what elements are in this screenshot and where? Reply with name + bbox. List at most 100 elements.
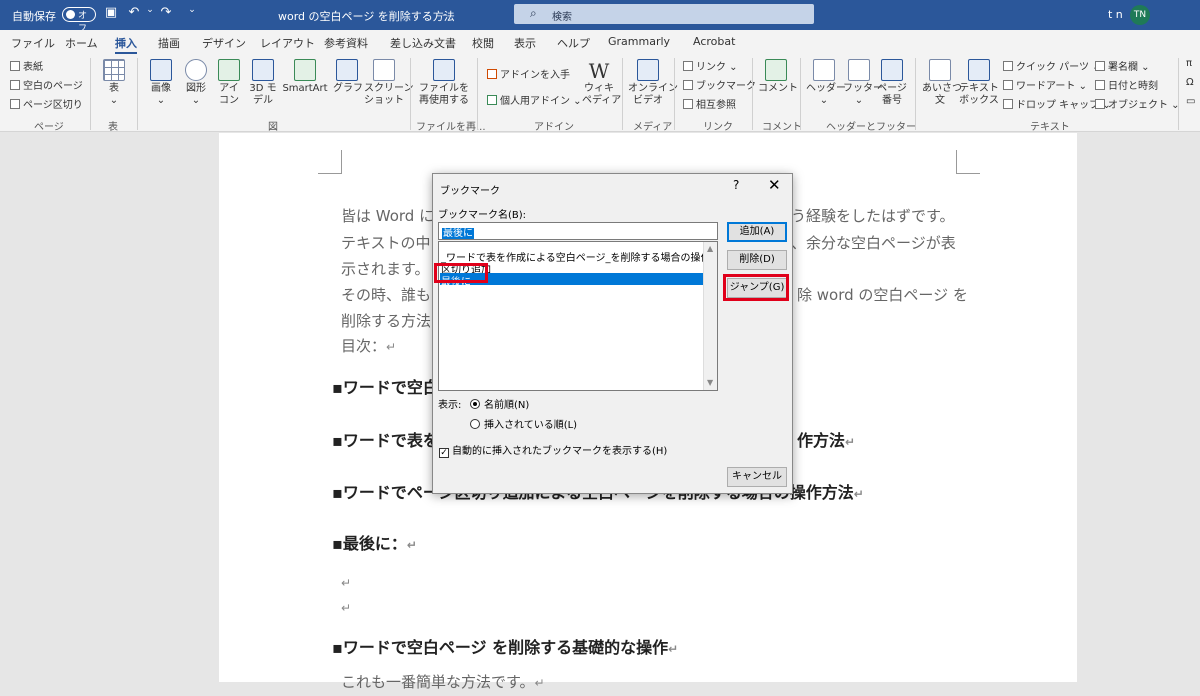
equation-icon[interactable]: π (1186, 58, 1192, 69)
pagenum-label-2: 番号 (882, 95, 902, 106)
heading-2-end: 作方法↵ (797, 427, 855, 451)
quick-parts-button[interactable]: クイック パーツ ⌄ (1003, 58, 1101, 73)
hidden-bookmarks-checkbox[interactable]: ✓ 自動的に挿入されたブックマークを表示する(H) (439, 442, 667, 458)
my-addins-label: 個人用アドイン (500, 96, 570, 107)
scroll-up-icon[interactable]: ▲ (707, 244, 713, 253)
return-mark: ↵ (341, 601, 352, 615)
crop-mark-left (318, 150, 342, 174)
tab-layout[interactable]: レイアウト (260, 35, 315, 51)
para2-start: テキストの中 (341, 234, 431, 252)
cross-reference-label: 相互参照 (696, 100, 736, 111)
tab-home[interactable]: ホーム (65, 35, 98, 51)
wiki-label-1: ウィキ (584, 83, 614, 94)
tab-references[interactable]: 参考資料 (324, 35, 368, 51)
cross-reference-icon (683, 99, 693, 109)
close-icon[interactable]: ✕ (768, 176, 781, 194)
redo-icon[interactable]: ↷ (158, 5, 174, 23)
online-video-button[interactable]: オンライン ビデオ (628, 59, 678, 107)
group-addins-label: アドイン (534, 122, 574, 133)
get-addins-button[interactable]: アドインを入手 (487, 66, 570, 81)
text-box-icon (968, 59, 990, 81)
smartart-button[interactable]: SmartArt (281, 59, 329, 95)
return-mark: ↵ (853, 487, 864, 501)
chart-button[interactable]: グラフ (333, 59, 363, 95)
group-separator (137, 58, 138, 130)
table-button[interactable]: 表 ⌄ (99, 59, 129, 107)
pictures-button[interactable]: 画像 ⌄ (145, 59, 177, 107)
para3: 示されます。 (341, 260, 430, 278)
autosave-toggle[interactable]: オフ (62, 7, 96, 34)
header-button[interactable]: ヘッダー ⌄ (806, 59, 846, 107)
blank-page-button[interactable]: 空白のページ (10, 77, 83, 92)
tab-draw[interactable]: 描画 (158, 35, 180, 51)
sort-label: 表示: (438, 400, 462, 411)
tab-acrobat[interactable]: Acrobat (693, 35, 735, 48)
document-title: word の空白ページ を削除する方法 (278, 10, 455, 23)
group-separator (800, 58, 801, 130)
bookmark-button[interactable]: ブックマーク (683, 77, 756, 92)
delete-button[interactable]: 削除(D) (727, 250, 787, 270)
text-box-button[interactable]: テキスト ボックス (959, 59, 999, 107)
sort-by-name-radio[interactable]: 名前順(N) (470, 396, 529, 411)
tab-file[interactable]: ファイル (11, 35, 55, 51)
cover-page-label: 表紙 (23, 62, 43, 73)
page-number-button[interactable]: ページ 番号 (876, 59, 908, 107)
avatar[interactable]: TN (1130, 5, 1150, 25)
help-button[interactable]: ? (733, 178, 739, 192)
save-icon[interactable]: ▣ (103, 5, 119, 23)
customize-qat-icon[interactable]: ⌄ (184, 5, 200, 23)
bookmark-label: ブックマーク (696, 81, 756, 92)
wikipedia-button[interactable]: W ウィキ ペディア (582, 59, 621, 107)
sort-by-location-radio[interactable]: 挿入されている順(L) (470, 416, 577, 431)
pictures-icon (150, 59, 172, 81)
icons-button[interactable]: アイ コン (215, 59, 243, 107)
undo-icon[interactable]: ↶ (126, 5, 142, 23)
table-icon (103, 59, 125, 81)
screenshot-button[interactable]: スクリーン ショット (364, 59, 414, 107)
tab-grammarly[interactable]: Grammarly (608, 35, 670, 48)
return-mark: ↵ (845, 435, 856, 449)
blank-page-label: 空白のページ (23, 81, 83, 92)
chart-icon (336, 59, 358, 81)
3d-models-button[interactable]: 3D モデル (247, 59, 279, 107)
tab-help[interactable]: ヘルプ (557, 35, 590, 51)
scroll-down-icon[interactable]: ▼ (707, 378, 713, 387)
reuse-files-button[interactable]: ファイルを 再使用する (418, 59, 470, 107)
cover-page-icon (10, 61, 20, 71)
wordart-button[interactable]: ワードアート ⌄ (1003, 77, 1087, 92)
3d-label-2: デル (253, 95, 273, 106)
cancel-button[interactable]: キャンセル (727, 467, 787, 487)
return-mark: ↵ (668, 642, 679, 656)
search-box[interactable]: ⌕ 検索 (514, 4, 814, 24)
list-scrollbar[interactable]: ▲ ▼ (703, 242, 717, 390)
group-separator (915, 58, 916, 130)
object-button[interactable]: オブジェクト ⌄ (1095, 96, 1180, 111)
greeting-button[interactable]: あいさつ文 (922, 59, 962, 107)
date-time-button[interactable]: 日付と時刻 (1095, 77, 1158, 92)
return-mark: ↵ (386, 340, 397, 354)
radio-selected (470, 399, 480, 409)
my-addins-button[interactable]: 個人用アドイン ⌄ (487, 92, 582, 107)
cover-page-button[interactable]: 表紙 (10, 58, 43, 73)
link-button[interactable]: リンク ⌄ (683, 58, 738, 73)
tab-review[interactable]: 校閲 (472, 35, 494, 51)
page-break-button[interactable]: ページ区切り (10, 96, 83, 111)
group-header-footer-label: ヘッダーとフッター (826, 122, 916, 133)
bookmark-name-input[interactable]: 最後に (438, 222, 718, 240)
undo-dropdown-icon[interactable]: ⌄ (142, 5, 158, 23)
checkbox-checked: ✓ (439, 448, 449, 458)
tab-design[interactable]: デザイン (202, 35, 246, 51)
add-button[interactable]: 追加(A) (727, 222, 787, 242)
tab-insert[interactable]: 挿入 (115, 35, 137, 54)
cross-reference-button[interactable]: 相互参照 (683, 96, 736, 111)
footer-button[interactable]: フッター ⌄ (843, 59, 883, 107)
tab-view[interactable]: 表示 (514, 35, 536, 51)
tab-mailings[interactable]: 差し込み文書 (390, 35, 456, 51)
symbol-icon[interactable]: Ω (1186, 77, 1194, 88)
empty-paragraph: ↵ (341, 569, 351, 596)
page-number-icon (881, 59, 903, 81)
shapes-button[interactable]: 図形 ⌄ (181, 59, 211, 107)
comment-button[interactable]: コメント (758, 59, 798, 95)
embed-icon[interactable]: ▭ (1186, 96, 1195, 107)
signature-line-button[interactable]: 署名欄 ⌄ (1095, 58, 1150, 73)
